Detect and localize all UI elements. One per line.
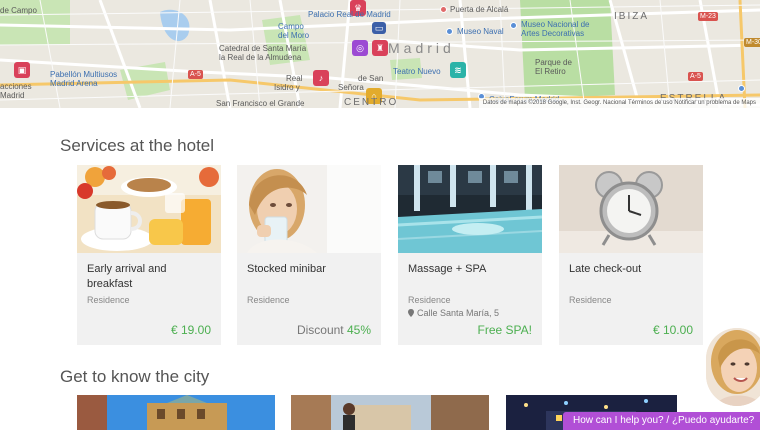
map-label-centro: CENTRO [344, 97, 399, 108]
map-road-a5b: A-5 [688, 72, 703, 81]
service-category: Residence [247, 295, 290, 305]
map-label-parque-2: El Retiro [535, 67, 566, 76]
map-label-campo: de Campo [0, 6, 37, 15]
map-attribution[interactable]: Datos de mapas ©2018 Google, Inst. Geogr… [478, 98, 760, 108]
map-label-ibiza: IBIZA [614, 11, 650, 22]
alarm-clock-photo [559, 165, 703, 253]
map-label-palacio: Palacio Real de Madrid [308, 10, 391, 19]
service-card-minibar[interactable]: Stocked minibar Residence Discount 45% [237, 165, 381, 345]
museum-marker-icon[interactable] [446, 28, 453, 35]
map-label-madrid: Madrid [388, 40, 455, 56]
chat-prompt-button[interactable]: How can I help you? / ¿Puedo ayudarte? [563, 412, 760, 430]
service-title: Stocked minibar [247, 263, 326, 275]
service-card-breakfast[interactable]: Early arrival and breakfast Residence € … [77, 165, 221, 345]
map-label-acciones-1: acciones [0, 82, 32, 91]
spa-photo [398, 165, 542, 253]
service-category: Residence [408, 295, 451, 305]
service-price: Free SPA! [477, 323, 532, 337]
map-label-real-2: Isidro y [274, 83, 300, 92]
map-label-real-1: Real [286, 74, 303, 83]
service-price: € 10.00 [652, 323, 693, 337]
service-title: Late check-out [569, 263, 642, 275]
chat-assistant-avatar[interactable] [706, 328, 760, 406]
service-card-late-checkout[interactable]: Late check-out Residence € 10.00 [559, 165, 703, 345]
map-label-campo-moro-2: del Moro [278, 31, 310, 40]
service-title: Massage + SPA [408, 263, 487, 275]
museum-marker-icon[interactable] [510, 22, 517, 29]
map-label-museo-artes-1: Museo Nacional de [521, 20, 590, 29]
location-pin-icon [408, 309, 414, 317]
theatre-marker-icon[interactable]: ♪ [313, 70, 329, 86]
spa-marker-icon[interactable]: ≋ [450, 62, 466, 78]
map-road-m30: M-30 [744, 38, 760, 47]
map-label-san-2: Señora [338, 83, 364, 92]
map-label-museo-artes-2: Artes Decorativas [521, 29, 585, 38]
map-road-a5: A-5 [188, 70, 203, 79]
map-label-pabellon-2: Madrid Arena [50, 79, 98, 88]
map-label-acciones-2: Madrid [0, 91, 25, 100]
map-label-campo-moro-1: Campo [278, 22, 304, 31]
map-marker-icon[interactable] [440, 6, 447, 13]
services-heading: Services at the hotel [60, 136, 215, 155]
map-label-san-francisco: San Francisco el Grande [216, 99, 305, 108]
map-road-m23: M-23 [698, 12, 718, 21]
breakfast-photo [77, 165, 221, 253]
service-category: Residence [87, 295, 130, 305]
map-label-parque-1: Parque de [535, 58, 572, 67]
map-label-pabellon-1: Pabellón Multiusos [50, 70, 118, 79]
location-map[interactable]: de Campo ♛ Palacio Real de Madrid Puerta… [0, 0, 760, 108]
service-card-spa[interactable]: Massage + SPA Residence Calle Santa Marí… [398, 165, 542, 345]
service-address: Calle Santa María, 5 [408, 308, 499, 318]
map-label-catedral-2: la Real de la Almudena [219, 53, 302, 62]
attraction-marker-icon[interactable]: ◎ [352, 40, 368, 56]
service-category: Residence [569, 295, 612, 305]
map-label-puerta: Puerta de Alcalá [450, 5, 509, 14]
map-label-san-1: de San [358, 74, 384, 83]
services-list: Early arrival and breakfast Residence € … [77, 165, 717, 345]
city-heading: Get to know the city [60, 367, 210, 386]
service-price: Discount 45% [296, 323, 371, 337]
service-price: € 19.00 [170, 323, 211, 337]
city-photo-building[interactable] [77, 395, 275, 430]
map-marker-icon[interactable] [738, 85, 745, 92]
map-label-teatro: Teatro Nuevo [393, 67, 441, 76]
minibar-photo [237, 165, 381, 253]
hotel-marker-icon[interactable]: ♜ [372, 40, 388, 56]
map-label-museo-naval: Museo Naval [457, 27, 504, 36]
museum-marker-icon[interactable]: ▣ [14, 62, 30, 78]
metro-marker-icon[interactable]: ▭ [372, 22, 386, 34]
city-photo-street[interactable] [291, 395, 489, 430]
service-title: Early arrival and breakfast [87, 263, 167, 290]
map-label-catedral-1: Catedral de Santa María [219, 44, 307, 53]
